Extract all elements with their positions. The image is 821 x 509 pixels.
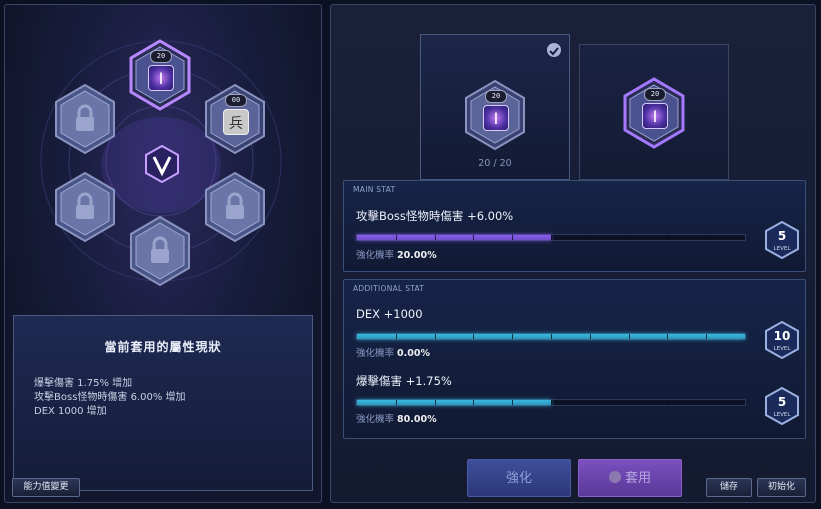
bar-segment-divider [551,400,552,405]
bar-segment-divider [512,334,514,339]
probability-label: 強化機率 [356,250,395,261]
bar-segment-divider [589,400,591,405]
bar-segment-divider [667,334,669,339]
bar-segment-divider [706,235,708,240]
change-stats-button[interactable]: 能力值變更 [12,478,80,497]
svg-text:I: I [159,69,164,88]
additional-stat-bar [356,333,746,340]
level-caption: LEVEL [773,246,791,252]
selected-rune-hex: 20 I [463,79,527,151]
rune-node-locked-lower-right[interactable] [203,171,267,243]
main-stat-name: 攻擊Boss怪物時傷害 +6.00% [356,209,514,223]
bar-segment-divider [473,400,475,405]
additional-stat-probability: 強化機率 80.00% [356,411,437,425]
selected-rune-progress: 20 / 20 [478,158,512,169]
main-stat-level-badge: 5 LEVEL [765,220,799,260]
svg-text:I: I [494,109,499,128]
v-emblem-icon [145,144,179,184]
bar-segment-divider [589,235,591,240]
rune-node-panel: 20 I 00 兵 當前套用的屬性現狀 爆擊傷害 1.75% 增加 攻擊Boss… [4,4,322,503]
main-stat-bar [356,234,746,241]
bar-segment-divider [473,334,475,339]
rune-i-icon: I [483,105,509,131]
rune-detail-panel: 20 I 20 / 20 20 I MAIN STAT 攻擊Boss怪物時傷害 … [330,4,816,503]
summary-title: 當前套用的屬性現狀 [104,340,222,354]
additional-stat-probability: 強化機率 0.00% [356,345,430,359]
selected-rune-slot[interactable]: 20 I 20 / 20 [420,34,570,180]
svg-text:兵: 兵 [229,116,243,132]
bar-segment-divider [434,400,436,405]
main-stat-section: MAIN STAT 攻擊Boss怪物時傷害 +6.00% 強化機率 20.00%… [343,180,806,272]
reset-button[interactable]: 初始化 [757,478,806,497]
bar-segment-divider [434,334,436,339]
additional-stat-name: 爆擊傷害 +1.75% [356,374,452,388]
rune-node-locked-bottom[interactable] [128,215,192,287]
bar-segment-divider [512,400,514,405]
node-level-tag: 00 [225,94,247,107]
additional-stat-section: ADDITIONAL STAT DEX +1000 強化機率 0.00% 10 … [343,279,806,439]
bar-segment-divider [706,400,708,405]
bar-segment-divider [706,334,708,339]
level-number: 5 [777,229,787,243]
bar-segment-divider [512,235,514,240]
additional-stat-label: ADDITIONAL STAT [353,284,425,293]
rune-i-icon: I [642,103,668,129]
summary-line: DEX 1000 增加 [34,406,107,417]
additional-stat-level-badge: 10 LEVEL [765,320,799,360]
bar-fill [357,235,551,240]
summary-line: 爆擊傷害 1.75% 增加 [34,378,133,389]
compare-rune-hex: 20 I [622,77,686,149]
check-icon [547,43,561,57]
svg-text:I: I [653,107,658,126]
save-button[interactable]: 儲存 [706,478,752,497]
bar-segment-divider [473,235,475,240]
bar-segment-divider [589,334,591,339]
node-level-tag: 20 [485,90,507,103]
bar-segment-divider [551,235,552,240]
bar-segment-divider [434,235,436,240]
rune-i-icon: I [148,65,174,91]
bar-segment-divider [551,334,552,339]
rune-node-top[interactable]: 20 I [128,39,192,111]
level-caption: LEVEL [773,346,791,352]
enhance-button[interactable]: 強化 [467,459,571,497]
additional-stat-level-badge: 5 LEVEL [765,386,799,426]
probability-value: 20.00% [397,250,437,261]
level-number: 5 [777,395,787,409]
bar-segment-divider [395,334,397,339]
bar-segment-divider [395,400,397,405]
probability-label: 強化機率 [356,414,395,425]
bar-segment-divider [667,235,669,240]
bar-segment-divider [628,334,630,339]
check-icon [608,471,621,483]
level-caption: LEVEL [773,412,791,418]
applied-stats-summary: 當前套用的屬性現狀 爆擊傷害 1.75% 增加 攻擊Boss怪物時傷害 6.00… [13,315,313,491]
probability-label: 強化機率 [356,348,395,359]
bar-segment-divider [628,400,630,405]
rune-node-locked-lower-left[interactable] [53,171,117,243]
summary-line: 攻擊Boss怪物時傷害 6.00% 增加 [34,392,186,403]
rune-soldier-icon: 兵 [223,109,249,135]
additional-stat-name: DEX +1000 [356,307,423,321]
level-number: 10 [773,329,791,343]
rune-node-upper-right[interactable]: 00 兵 [203,83,267,155]
probability-value: 80.00% [397,414,437,425]
main-stat-label: MAIN STAT [353,185,396,194]
main-stat-probability: 強化機率 20.00% [356,247,437,261]
apply-button[interactable]: 套用 [578,459,682,497]
probability-value: 0.00% [397,348,431,359]
apply-label: 套用 [624,471,651,486]
node-level-tag: 20 [644,88,666,101]
rune-node-locked-upper-left[interactable] [53,83,117,155]
bar-segment-divider [395,235,397,240]
additional-stat-bar [356,399,746,406]
bar-fill [357,400,551,405]
bar-segment-divider [628,235,630,240]
node-level-tag: 20 [150,50,172,63]
compare-rune-slot[interactable]: 20 I [579,44,729,180]
bar-segment-divider [667,400,669,405]
